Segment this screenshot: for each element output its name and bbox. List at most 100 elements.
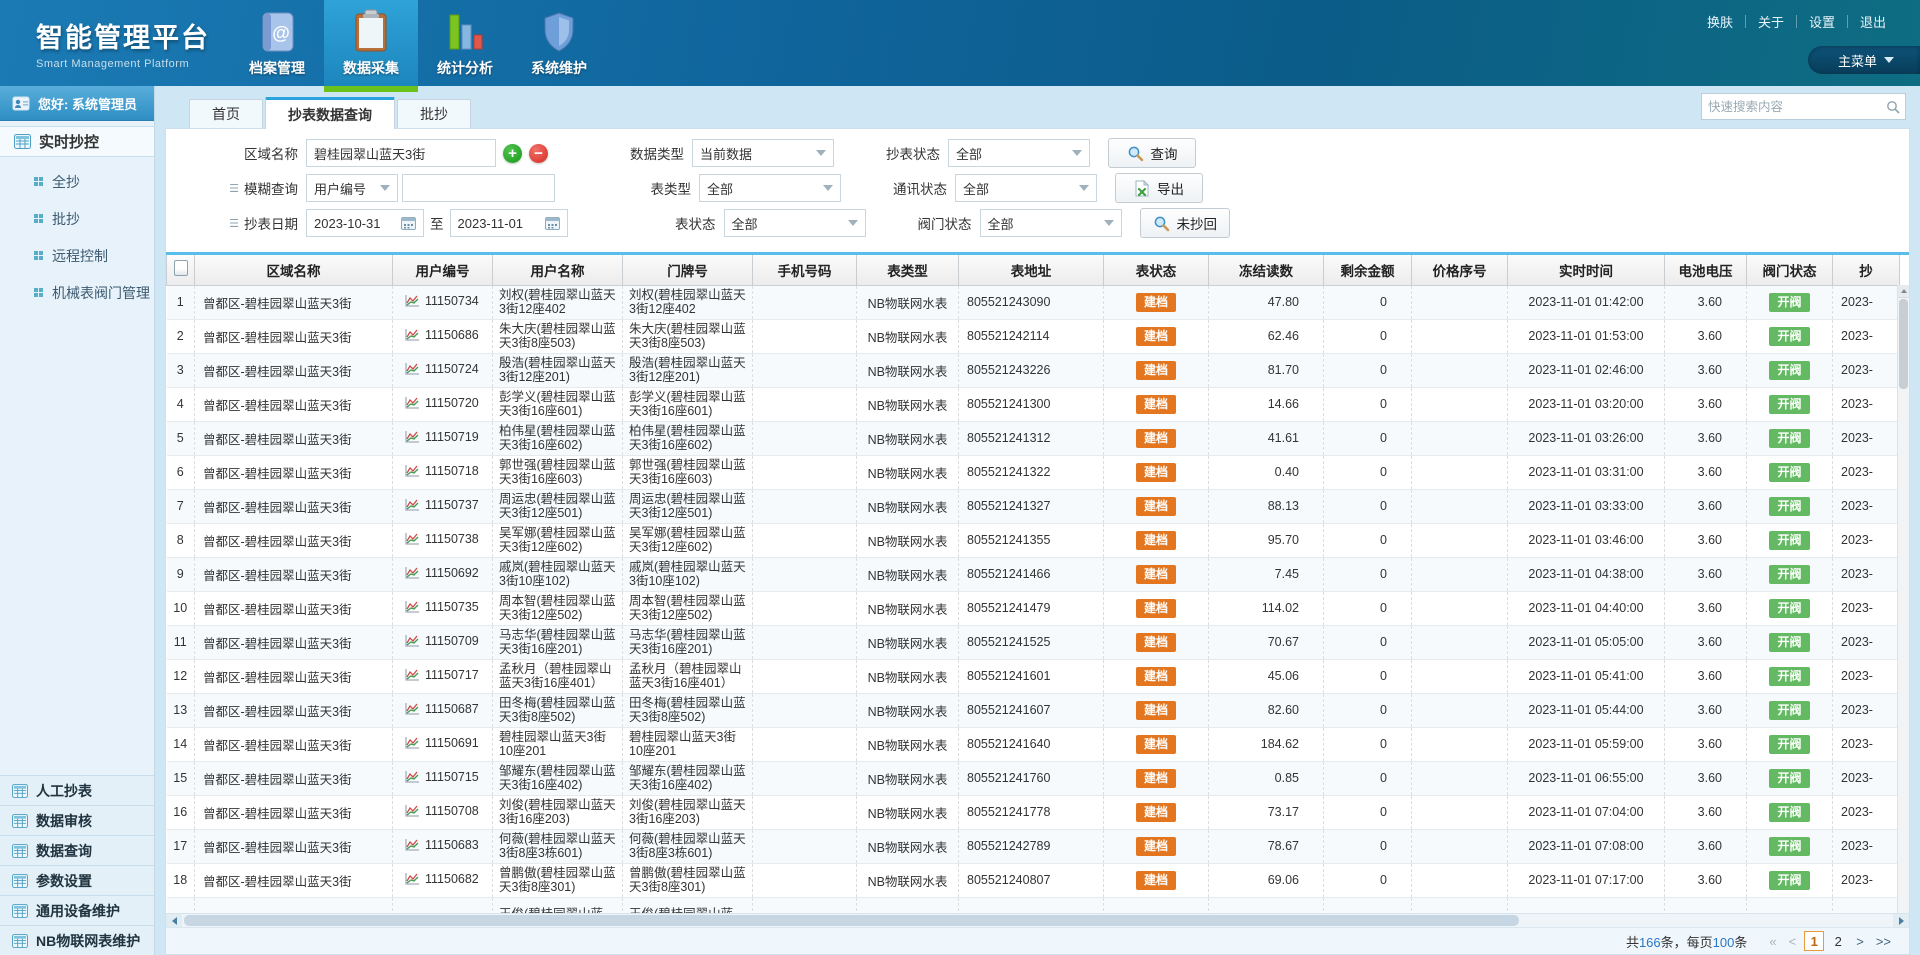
table-row[interactable]: 5曾都区-碧桂园翠山蓝天3街11150719柏伟星(碧桂园翠山蓝天3街16座60… <box>167 421 1900 455</box>
meter-state-select[interactable]: 全部 <box>724 209 866 237</box>
table-row[interactable]: 王俊(碧桂园翠山蓝王俊(碧桂园翠山蓝 <box>167 897 1900 913</box>
table-row[interactable]: 15曾都区-碧桂园翠山蓝天3街11150715邹耀东(碧桂园翠山蓝天3街16座4… <box>167 761 1900 795</box>
export-button[interactable]: 导出 <box>1115 173 1203 203</box>
chart-icon[interactable] <box>405 702 420 718</box>
tab-item[interactable]: 批抄 <box>397 99 471 128</box>
chart-icon[interactable] <box>405 770 420 786</box>
sidebar-item-bottom[interactable]: 人工抄表 <box>0 775 154 805</box>
chart-icon[interactable] <box>405 872 420 888</box>
sidebar-subitem[interactable]: 批抄 <box>0 200 154 237</box>
chart-icon[interactable] <box>405 430 420 446</box>
chart-icon[interactable] <box>405 736 420 752</box>
top-link[interactable]: 设置 <box>1797 12 1847 31</box>
scroll-left-button[interactable] <box>166 914 182 928</box>
nav-item-clipboard[interactable]: 数据采集 <box>324 0 418 86</box>
table-row[interactable]: 10曾都区-碧桂园翠山蓝天3街11150735周本智(碧桂园翠山蓝天3街12座5… <box>167 591 1900 625</box>
chart-icon[interactable] <box>405 362 420 378</box>
table-row[interactable]: 8曾都区-碧桂园翠山蓝天3街11150738吴军娜(碧桂园翠山蓝天3街12座60… <box>167 523 1900 557</box>
main-menu-button[interactable]: 主菜单 <box>1808 46 1920 74</box>
sidebar-item-bottom[interactable]: 数据审核 <box>0 805 154 835</box>
column-header[interactable]: 电池电压 <box>1665 255 1747 285</box>
chart-icon[interactable] <box>405 328 420 344</box>
table-row[interactable]: 4曾都区-碧桂园翠山蓝天3街11150720彭学义(碧桂园翠山蓝天3街16座60… <box>167 387 1900 421</box>
last-page-button[interactable]: >> <box>1872 934 1895 949</box>
column-header[interactable]: 剩余金额 <box>1324 255 1412 285</box>
top-link[interactable]: 退出 <box>1848 12 1898 31</box>
chart-icon[interactable] <box>405 532 420 548</box>
scroll-right-button[interactable] <box>1893 914 1909 928</box>
not-read-button[interactable]: 未抄回 <box>1140 208 1231 238</box>
column-header[interactable]: 表状态 <box>1104 255 1209 285</box>
sidebar-item-bottom[interactable]: 通用设备维护 <box>0 895 154 925</box>
column-header[interactable]: 用户名称 <box>493 255 623 285</box>
chart-icon[interactable] <box>405 498 420 514</box>
add-region-button[interactable]: + <box>503 144 522 163</box>
table-row[interactable]: 12曾都区-碧桂园翠山蓝天3街11150717孟秋月（碧桂园翠山蓝天3街16座4… <box>167 659 1900 693</box>
nav-item-address-book[interactable]: @档案管理 <box>230 0 324 86</box>
sidebar-item-realtime-reading[interactable]: 实时抄控 <box>0 126 154 157</box>
fuzzy-field-select[interactable]: 用户编号 <box>306 174 398 202</box>
top-link[interactable]: 关于 <box>1746 12 1796 31</box>
valve-state-select[interactable]: 全部 <box>980 209 1122 237</box>
remove-region-button[interactable]: − <box>529 144 548 163</box>
sidebar-item-bottom[interactable]: 参数设置 <box>0 865 154 895</box>
table-row[interactable]: 2曾都区-碧桂园翠山蓝天3街11150686朱大庆(碧桂园翠山蓝天3街8座503… <box>167 319 1900 353</box>
page-number-current[interactable]: 1 <box>1804 931 1824 951</box>
table-row[interactable]: 6曾都区-碧桂园翠山蓝天3街11150718郭世强(碧桂园翠山蓝天3街16座60… <box>167 455 1900 489</box>
nav-item-shield[interactable]: 系统维护 <box>512 0 606 86</box>
nav-item-bar-chart[interactable]: 统计分析 <box>418 0 512 86</box>
column-header[interactable]: 区域名称 <box>195 255 393 285</box>
search-input[interactable] <box>1702 100 1881 114</box>
table-row[interactable]: 11曾都区-碧桂园翠山蓝天3街11150709马志华(碧桂园翠山蓝天3街16座2… <box>167 625 1900 659</box>
first-page-button[interactable]: « <box>1765 934 1780 949</box>
table-row[interactable]: 14曾都区-碧桂园翠山蓝天3街11150691碧桂园翠山蓝天3街10座201碧桂… <box>167 727 1900 761</box>
read-state-select[interactable]: 全部 <box>948 139 1090 167</box>
page-number[interactable]: 2 <box>1828 931 1848 951</box>
column-header[interactable]: 实时时间 <box>1508 255 1665 285</box>
table-row[interactable]: 3曾都区-碧桂园翠山蓝天3街11150724殷浩(碧桂园翠山蓝天3街12座201… <box>167 353 1900 387</box>
column-header[interactable]: 冻结读数 <box>1209 255 1324 285</box>
tab-item[interactable]: 首页 <box>189 99 263 128</box>
column-header[interactable]: 手机号码 <box>753 255 857 285</box>
table-row[interactable]: 16曾都区-碧桂园翠山蓝天3街11150708刘俊(碧桂园翠山蓝天3街16座20… <box>167 795 1900 829</box>
chart-icon[interactable] <box>405 464 420 480</box>
select-all-header[interactable] <box>167 255 195 285</box>
column-header[interactable]: 表类型 <box>857 255 959 285</box>
sidebar-item-bottom[interactable]: NB物联网表维护 <box>0 925 154 955</box>
chart-icon[interactable] <box>405 294 420 310</box>
region-input[interactable]: 碧桂园翠山蓝天3街 <box>306 139 496 167</box>
meter-type-select[interactable]: 全部 <box>699 174 841 202</box>
sidebar-subitem[interactable]: 机械表阀门管理 <box>0 274 154 311</box>
column-header[interactable]: 价格序号 <box>1412 255 1508 285</box>
vertical-scrollbar[interactable] <box>1897 285 1909 913</box>
column-header[interactable]: 抄 <box>1833 255 1900 285</box>
chart-icon[interactable] <box>405 838 420 854</box>
top-link[interactable]: 换肤 <box>1695 12 1745 31</box>
table-row[interactable]: 13曾都区-碧桂园翠山蓝天3街11150687田冬梅(碧桂园翠山蓝天3街8座50… <box>167 693 1900 727</box>
data-type-select[interactable]: 当前数据 <box>692 139 834 167</box>
sidebar-subitem[interactable]: 远程控制 <box>0 237 154 274</box>
chart-icon[interactable] <box>405 668 420 684</box>
chart-icon[interactable] <box>405 566 420 582</box>
search-icon[interactable] <box>1881 100 1905 114</box>
chart-icon[interactable] <box>405 600 420 616</box>
horizontal-scroll-thumb[interactable] <box>184 915 1519 926</box>
horizontal-scrollbar[interactable] <box>166 913 1909 927</box>
table-row[interactable]: 9曾都区-碧桂园翠山蓝天3街11150692戚岚(碧桂园翠山蓝天3街10座102… <box>167 557 1900 591</box>
chart-icon[interactable] <box>405 396 420 412</box>
query-button[interactable]: 查询 <box>1108 138 1196 168</box>
tab-active[interactable]: 抄表数据查询 <box>265 97 395 129</box>
table-row[interactable]: 18曾都区-碧桂园翠山蓝天3街11150682曾鹏傲(碧桂园翠山蓝天3街8座30… <box>167 863 1900 897</box>
vertical-scroll-thumb[interactable] <box>1899 299 1908 389</box>
column-header[interactable]: 表地址 <box>959 255 1104 285</box>
chart-icon[interactable] <box>405 804 420 820</box>
sidebar-item-bottom[interactable]: 数据查询 <box>0 835 154 865</box>
scroll-up-button[interactable] <box>1898 285 1909 298</box>
table-row[interactable]: 7曾都区-碧桂园翠山蓝天3街11150737周运忠(碧桂园翠山蓝天3街12座50… <box>167 489 1900 523</box>
column-header[interactable]: 用户编号 <box>393 255 493 285</box>
table-row[interactable]: 17曾都区-碧桂园翠山蓝天3街11150683何薇(碧桂园翠山蓝天3街8座3栋6… <box>167 829 1900 863</box>
comm-state-select[interactable]: 全部 <box>955 174 1097 202</box>
date-from-input[interactable]: 2023-10-31 <box>306 209 424 237</box>
column-header[interactable]: 门牌号 <box>623 255 753 285</box>
fuzzy-query-input[interactable] <box>402 174 555 202</box>
